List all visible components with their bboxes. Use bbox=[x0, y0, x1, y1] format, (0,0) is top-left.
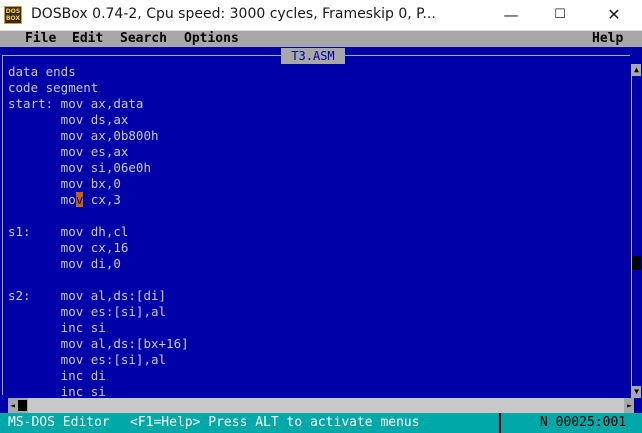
minimize-icon: — bbox=[503, 6, 519, 24]
code-line[interactable]: s2: mov al,ds:[di] bbox=[8, 288, 189, 304]
scroll-down-icon[interactable]: ▼ bbox=[632, 386, 641, 398]
menu-search[interactable]: Search bbox=[120, 31, 167, 47]
code-line[interactable] bbox=[8, 272, 189, 288]
horizontal-scroll-thumb[interactable] bbox=[18, 400, 27, 411]
editor-right-edge bbox=[634, 398, 642, 413]
scroll-right-icon[interactable]: ► bbox=[625, 398, 634, 413]
code-line[interactable]: data ends bbox=[8, 64, 189, 80]
code-line[interactable]: s1: mov dh,cl bbox=[8, 224, 189, 240]
code-line[interactable]: start: mov ax,data bbox=[8, 96, 189, 112]
editor-left-edge bbox=[0, 398, 8, 413]
editor-frame-left bbox=[2, 55, 3, 395]
code-line[interactable]: mov es:[si],al bbox=[8, 304, 189, 320]
horizontal-scrollbar[interactable]: ◄ ► bbox=[8, 398, 634, 413]
code-line[interactable] bbox=[8, 208, 189, 224]
code-line[interactable]: inc di bbox=[8, 368, 189, 384]
code-line[interactable]: mov al,ds:[bx+16] bbox=[8, 336, 189, 352]
status-divider bbox=[499, 413, 501, 433]
status-program-name: MS-DOS Editor bbox=[8, 415, 110, 430]
scroll-up-icon[interactable]: ▲ bbox=[632, 64, 641, 76]
status-hint: <F1=Help> Press ALT to activate menus bbox=[130, 415, 420, 430]
editor-area[interactable]: T3.ASM data ends code segment start: mov a… bbox=[0, 47, 642, 400]
window-titlebar[interactable]: DOS BOX DOSBox 0.74-2, Cpu speed: 3000 c… bbox=[0, 0, 642, 31]
status-bar: MS-DOS Editor <F1=Help> Press ALT to act… bbox=[0, 413, 642, 433]
maximize-button[interactable]: ☐ bbox=[537, 0, 583, 30]
minimize-button[interactable]: — bbox=[488, 0, 534, 30]
menu-file[interactable]: File bbox=[25, 31, 56, 47]
maximize-icon: ☐ bbox=[554, 7, 566, 22]
status-cursor-position: N 00025:001 bbox=[540, 415, 627, 430]
code-line[interactable]: mov bx,0 bbox=[8, 176, 189, 192]
code-text[interactable]: data ends code segment start: mov ax,data … bbox=[8, 64, 189, 400]
code-line[interactable]: mov ax,0b800h bbox=[8, 128, 189, 144]
code-line[interactable]: mov si,06e0h bbox=[8, 160, 189, 176]
code-line[interactable]: inc si bbox=[8, 320, 189, 336]
menu-bar: File Edit Search Options Help bbox=[0, 31, 642, 47]
code-line[interactable]: mov cx,3 bbox=[8, 192, 189, 208]
text-cursor: v bbox=[75, 192, 84, 207]
menu-help[interactable]: Help bbox=[592, 31, 623, 47]
code-line[interactable]: mov es,ax bbox=[8, 144, 189, 160]
horizontal-scroll-track[interactable] bbox=[28, 398, 624, 413]
file-name-tab: T3.ASM bbox=[281, 48, 345, 64]
window-title: DOSBox 0.74-2, Cpu speed: 3000 cycles, F… bbox=[31, 6, 436, 22]
code-line[interactable]: mov ds,ax bbox=[8, 112, 189, 128]
code-line[interactable]: mov cx,16 bbox=[8, 240, 189, 256]
menu-edit[interactable]: Edit bbox=[72, 31, 103, 47]
menu-options[interactable]: Options bbox=[184, 31, 239, 47]
dosbox-icon: DOS BOX bbox=[4, 6, 22, 24]
scroll-left-icon[interactable]: ◄ bbox=[8, 398, 17, 413]
close-button[interactable]: ✕ bbox=[591, 0, 637, 30]
vertical-scrollbar[interactable]: ▲ ▼ bbox=[631, 64, 641, 398]
code-line[interactable]: code segment bbox=[8, 80, 189, 96]
vertical-scroll-thumb[interactable] bbox=[632, 256, 641, 270]
code-line[interactable]: mov es:[si],al bbox=[8, 352, 189, 368]
close-icon: ✕ bbox=[607, 5, 621, 24]
code-line[interactable]: mov di,0 bbox=[8, 256, 189, 272]
